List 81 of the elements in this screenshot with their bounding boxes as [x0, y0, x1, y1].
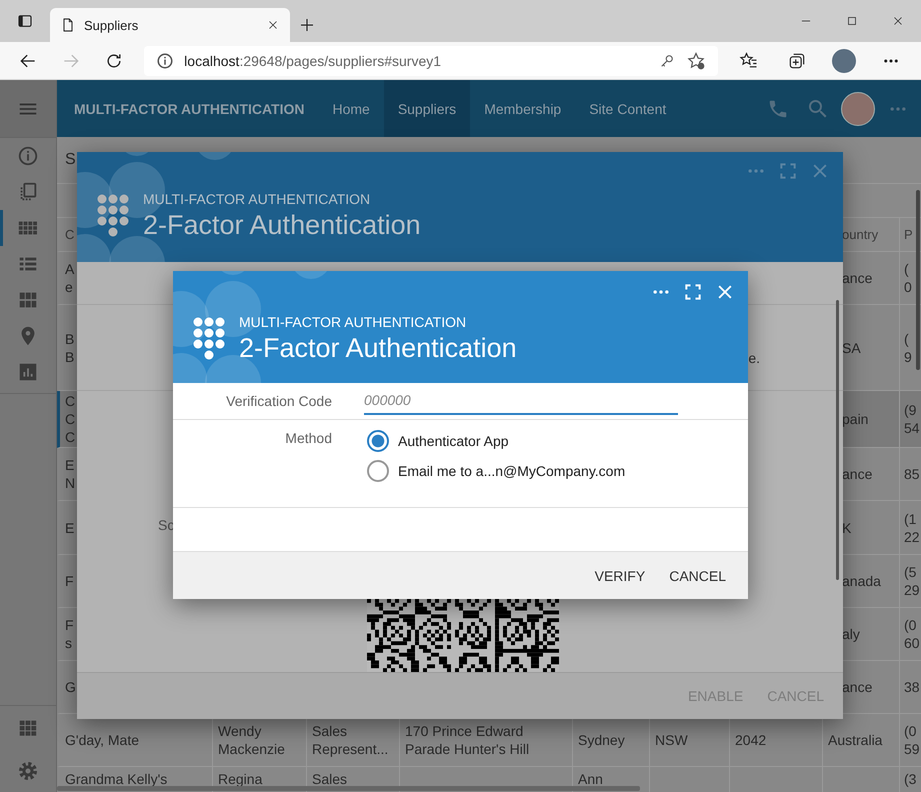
- app-title: MULTI-FACTOR AUTHENTICATION: [74, 100, 304, 116]
- table-cell: G: [65, 678, 76, 696]
- body-text: e.: [748, 350, 760, 366]
- field-label: Sc: [158, 517, 174, 533]
- dialog-subtitle: MULTI-FACTOR AUTHENTICATION: [239, 313, 468, 331]
- table-cell: E: [65, 518, 74, 536]
- table-cell: NSW: [655, 731, 688, 749]
- radio-label[interactable]: Authenticator App: [398, 433, 509, 449]
- field-label: Verification Code: [225, 393, 333, 409]
- column-header[interactable]: C: [65, 226, 74, 244]
- table-cell: (1 22: [904, 510, 920, 546]
- table-cell: K: [842, 518, 852, 536]
- add-favorite-icon[interactable]: [686, 50, 706, 70]
- table-cell: Sales Represent...: [312, 722, 388, 758]
- table-cell: ance: [842, 465, 872, 483]
- table-cell: Ann: [578, 770, 603, 788]
- table-cell: F: [65, 572, 74, 590]
- maximize-icon[interactable]: [845, 14, 859, 28]
- table-cell: aly: [842, 625, 860, 643]
- table-cell: 38: [904, 678, 920, 696]
- column-header[interactable]: ountry: [842, 226, 878, 244]
- table-cell: Australia: [828, 731, 882, 749]
- nav-link[interactable]: Suppliers: [384, 80, 470, 137]
- dialog-subtitle: MULTI-FACTOR AUTHENTICATION: [143, 190, 372, 208]
- nav-link[interactable]: Membership: [470, 80, 576, 137]
- table-cell: E N: [65, 456, 76, 492]
- table-cell: (9 54: [904, 401, 920, 437]
- table-cell: Grandma Kelly's: [65, 770, 168, 788]
- table-cell: (0 59: [904, 722, 920, 758]
- table-cell: anada: [842, 572, 881, 590]
- fullscreen-icon[interactable]: [778, 161, 798, 181]
- table-cell: Sales: [312, 770, 348, 788]
- nav-link[interactable]: Home: [318, 80, 384, 137]
- table-cell: ance: [842, 678, 872, 696]
- table-cell: B B: [65, 330, 74, 366]
- table-cell: SA: [842, 338, 861, 356]
- table-cell: pain: [842, 410, 868, 428]
- dialog-title: 2-Factor Authentication: [239, 332, 517, 365]
- scrollbar[interactable]: [916, 190, 920, 370]
- table-cell: ( 9: [904, 330, 912, 366]
- radio-button[interactable]: [367, 460, 389, 482]
- table-cell: ( 0: [904, 260, 912, 296]
- keypad-icon: [97, 194, 130, 237]
- profile-avatar[interactable]: [832, 48, 856, 72]
- table-cell: ance: [842, 269, 872, 287]
- favorites-icon[interactable]: [739, 50, 760, 70]
- table-cell: C C C: [65, 392, 76, 446]
- table-cell: Wendy Mackenzie: [218, 722, 285, 758]
- dialog-title: 2-Factor Authentication: [143, 209, 421, 242]
- table-cell: (3: [904, 770, 916, 788]
- table-cell: (0 60: [904, 616, 920, 652]
- user-avatar[interactable]: [841, 92, 875, 126]
- table-cell: G'day, Mate: [65, 731, 139, 749]
- keypad-icon: [193, 317, 226, 360]
- chart-icon: [17, 361, 39, 383]
- scrollbar[interactable]: [57, 786, 640, 791]
- tab-actions-icon[interactable]: [16, 12, 34, 30]
- new-tab-icon[interactable]: [298, 16, 316, 34]
- page-title: S: [65, 151, 76, 169]
- table-cell: A e: [65, 260, 74, 296]
- radio-label[interactable]: Email me to a...n@MyCompany.com: [398, 463, 626, 479]
- table-cell: F s: [65, 616, 74, 652]
- table-cell: Sydney: [578, 731, 625, 749]
- info-icon[interactable]: [156, 52, 174, 70]
- scrollbar[interactable]: [836, 300, 839, 580]
- tab-title: Suppliers: [84, 18, 140, 32]
- info-icon: [17, 145, 39, 167]
- table-cell: Regina: [218, 770, 262, 788]
- table-row[interactable]: G'day, Mate Wendy Mackenzie Sales Represent... 170 Prince Edward Parade Hunter's Hill Sydney NSW 2042 Australia (0 59: [57, 714, 921, 767]
- table-cell: 85: [904, 465, 920, 483]
- fullscreen-icon[interactable]: [683, 282, 703, 302]
- column-header[interactable]: P: [904, 226, 913, 244]
- field-label: Method: [284, 430, 333, 448]
- table-cell: 170 Prince Edward Parade Hunter's Hill: [405, 722, 530, 758]
- dialog-button[interactable]: VERIFY: [584, 560, 656, 592]
- radio-button[interactable]: [367, 430, 389, 452]
- table-cell: 2042: [735, 731, 766, 749]
- nav-link[interactable]: Site Content: [575, 80, 680, 137]
- dialog-button[interactable]: CANCEL: [659, 560, 736, 592]
- browser-tab[interactable]: Suppliers: [50, 8, 290, 42]
- table-cell: (5 29: [904, 563, 920, 599]
